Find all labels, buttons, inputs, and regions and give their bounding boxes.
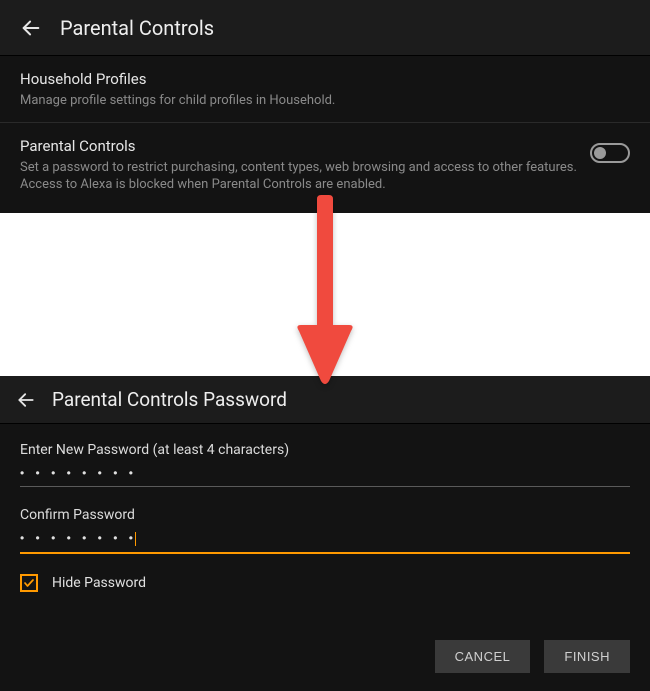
household-profiles-title: Household Profiles (20, 70, 630, 88)
hide-password-label: Hide Password (52, 575, 146, 591)
back-arrow-icon[interactable] (20, 17, 42, 39)
parental-controls-title: Parental Controls (20, 137, 578, 155)
finish-button[interactable]: FINISH (544, 640, 630, 673)
cancel-button[interactable]: CANCEL (435, 640, 531, 673)
settings-screen: Parental Controls Household Profiles Man… (0, 0, 650, 213)
parental-controls-row: Parental Controls Set a password to rest… (0, 123, 650, 206)
confirm-password-field-wrap: Confirm Password • • • • • • • • (20, 507, 630, 554)
app-bar: Parental Controls (0, 0, 650, 56)
new-password-input[interactable]: • • • • • • • • (20, 466, 630, 486)
page-title: Parental Controls (60, 16, 214, 40)
instruction-arrow-icon (297, 195, 353, 389)
toggle-knob (594, 147, 606, 159)
password-page-title: Parental Controls Password (52, 388, 287, 411)
new-password-label: Enter New Password (at least 4 character… (20, 442, 630, 458)
text-cursor (135, 532, 136, 546)
hide-password-checkbox[interactable] (20, 574, 38, 592)
back-arrow-icon[interactable] (16, 390, 36, 410)
household-profiles-row[interactable]: Household Profiles Manage profile settin… (0, 56, 650, 123)
dialog-buttons: CANCEL FINISH (0, 640, 650, 691)
confirm-password-label: Confirm Password (20, 507, 630, 523)
parental-controls-desc: Set a password to restrict purchasing, c… (20, 159, 578, 194)
hide-password-row[interactable]: Hide Password (20, 574, 630, 592)
household-profiles-desc: Manage profile settings for child profil… (20, 92, 580, 110)
field-underline-active (20, 552, 630, 554)
parental-controls-toggle[interactable] (590, 143, 630, 163)
confirm-password-input[interactable]: • • • • • • • • (20, 531, 630, 552)
new-password-field-wrap: Enter New Password (at least 4 character… (20, 442, 630, 487)
password-screen: Parental Controls Password Enter New Pas… (0, 376, 650, 691)
field-underline (20, 486, 630, 487)
password-form: Enter New Password (at least 4 character… (0, 424, 650, 640)
